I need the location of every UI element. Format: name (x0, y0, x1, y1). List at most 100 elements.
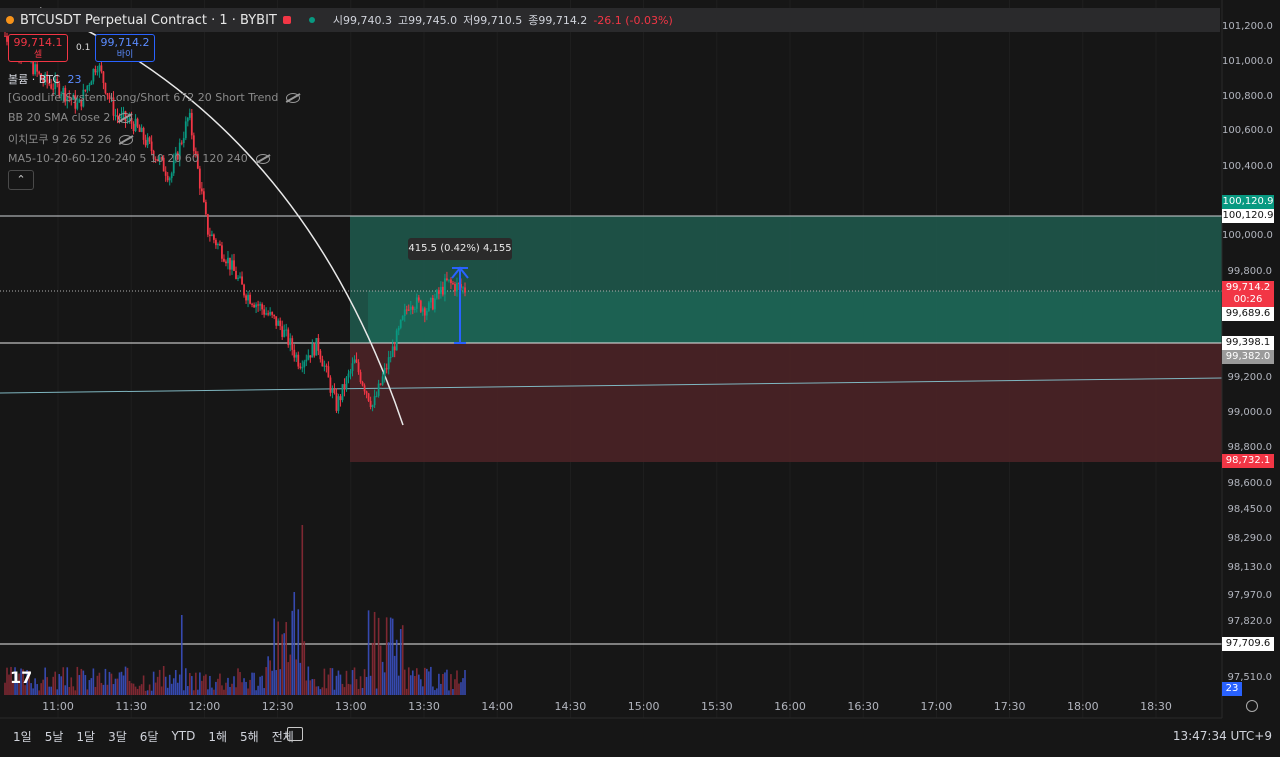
volume-bar (355, 679, 358, 695)
candle (303, 361, 306, 368)
volume-bar (154, 682, 157, 695)
calendar-icon[interactable] (287, 727, 303, 741)
volume-bar (6, 667, 8, 695)
volume-bar (367, 610, 370, 695)
candle (289, 338, 292, 346)
candle (325, 365, 328, 367)
volume-bar (347, 683, 350, 695)
volume-tag: 23 (1222, 682, 1242, 696)
flag-icon[interactable] (282, 16, 291, 24)
indicator-ichimoku[interactable]: 이치모쿠 9 26 52 26 (8, 131, 134, 147)
buy-price: 99,714.2 (100, 36, 150, 49)
volume-bar (407, 667, 410, 695)
indicator-volume[interactable]: 볼륨 · BTC 23 (8, 71, 82, 87)
range-button[interactable]: 1일 (13, 728, 32, 745)
collapse-indicators-button[interactable]: ⌃ (8, 170, 34, 190)
eye-hidden-icon[interactable] (255, 154, 270, 164)
tradingview-logo[interactable]: 17 (10, 668, 32, 687)
clock-timezone[interactable]: 13:47:34 UTC+9 (1173, 729, 1272, 743)
eye-hidden-icon[interactable] (286, 93, 301, 103)
volume-bar (86, 689, 89, 695)
candle (435, 290, 438, 299)
settings-gear-icon[interactable] (1246, 700, 1258, 712)
candle (411, 306, 414, 310)
candle (215, 239, 217, 246)
volume-bar (259, 676, 261, 695)
price-chart[interactable] (0, 0, 1280, 757)
eye-hidden-icon[interactable] (118, 113, 133, 123)
candle (389, 357, 392, 359)
candle (249, 294, 251, 304)
candle (429, 297, 432, 303)
candle (345, 377, 348, 390)
open-value: 시99,740.3 (332, 14, 392, 27)
time-axis-label: 12:30 (261, 700, 294, 713)
volume-bar (291, 610, 294, 695)
candle (225, 261, 227, 264)
candle (385, 368, 388, 370)
candle (339, 396, 342, 401)
time-axis-label: 13:00 (334, 700, 367, 713)
candle (397, 327, 400, 331)
indicator-ma-label: MA5-10-20-60-120-240 5 10 20 60 120 240 (8, 152, 248, 165)
candle (277, 320, 280, 326)
volume-bar (174, 670, 177, 695)
indicator-goodlife[interactable]: [GoodLife]System Long/Short 672 20 Short… (8, 91, 301, 104)
price-axis-label: 98,450.0 (1227, 504, 1272, 515)
volume-bar (195, 672, 197, 695)
range-button[interactable]: 1달 (76, 728, 95, 745)
candle (377, 383, 380, 396)
measure-tooltip: 415.5 (0.42%) 4,155 (408, 238, 512, 260)
volume-bar (351, 670, 354, 695)
candle (184, 121, 187, 139)
volume-bar (201, 680, 203, 695)
volume-bar (247, 688, 249, 695)
range-button[interactable]: 3달 (108, 728, 127, 745)
candle (371, 405, 374, 407)
time-axis-label: 18:30 (1140, 700, 1172, 713)
volume-bar (257, 685, 259, 695)
volume-bar (337, 670, 340, 695)
volume-bar (96, 675, 99, 695)
volume-bar (180, 615, 183, 695)
indicator-bb-label: BB 20 SMA close 2 (8, 111, 111, 124)
eye-hidden-icon[interactable] (119, 135, 134, 145)
buy-button[interactable]: 99,714.2 바이 (95, 34, 155, 62)
candle (425, 310, 428, 316)
candle (335, 392, 338, 411)
candle (375, 395, 378, 397)
tp-line-tag: 100,120.9 (1222, 209, 1274, 223)
symbol-title[interactable]: BTCUSDT Perpetual Contract · 1 · BYBIT (20, 13, 277, 28)
range-button[interactable]: 6달 (140, 728, 159, 745)
candle (327, 366, 330, 378)
volume-bar (299, 662, 302, 695)
candle (219, 243, 221, 246)
volume-bar (448, 690, 450, 695)
volume-bar (297, 609, 300, 695)
candle (150, 141, 153, 152)
range-button[interactable]: 5해 (240, 728, 259, 745)
volume-bar (361, 687, 364, 695)
volume-bar (359, 676, 362, 695)
range-button[interactable]: 5날 (45, 728, 64, 745)
range-button[interactable]: 1해 (208, 728, 227, 745)
symbol-header[interactable]: BTCUSDT Perpetual Contract · 1 · BYBIT 시… (0, 8, 1220, 32)
candle (373, 396, 376, 406)
sell-button[interactable]: 99,714.1 셀 (8, 34, 68, 62)
volume-bar (413, 675, 416, 695)
change-value: -26.1 (-0.03%) (593, 13, 673, 27)
volume-bar (138, 685, 141, 695)
range-button[interactable]: YTD (171, 729, 195, 743)
volume-bar (428, 671, 430, 695)
candle (307, 355, 310, 360)
candle (94, 68, 97, 73)
volume-bar (436, 688, 438, 695)
time-axis-label: 17:30 (993, 700, 1026, 713)
volume-bar (213, 689, 215, 695)
candle (210, 234, 213, 236)
indicator-bb[interactable]: BB 20 SMA close 2 (8, 111, 133, 124)
candle (192, 135, 195, 152)
volume-bar (349, 684, 352, 695)
volume-bar (164, 676, 167, 695)
indicator-ma[interactable]: MA5-10-20-60-120-240 5 10 20 60 120 240 (8, 152, 270, 165)
